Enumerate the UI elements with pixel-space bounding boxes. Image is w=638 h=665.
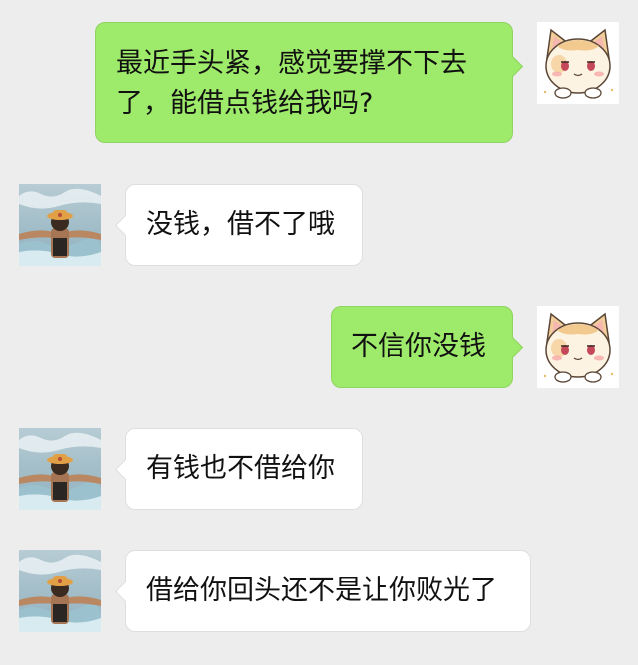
message-bubble-sent[interactable]: 最近手头紧，感觉要撑不下去 了，能借点钱给我吗? xyxy=(95,22,524,143)
message-text: 有钱也不借给你 xyxy=(146,453,335,484)
pirate-avatar-icon xyxy=(19,184,101,266)
cat-avatar-icon xyxy=(537,22,619,104)
message-text: 借给你回头还不是让你败光了 xyxy=(146,575,497,606)
my-avatar[interactable] xyxy=(537,22,619,104)
cat-avatar-icon xyxy=(537,306,619,388)
message-bubble-received[interactable]: 借给你回头还不是让你败光了 xyxy=(114,550,531,632)
message-bubble-sent[interactable]: 不信你没钱 xyxy=(331,306,524,388)
message-bubble-received[interactable]: 没钱，借不了哦 xyxy=(114,184,363,266)
friend-avatar[interactable] xyxy=(19,550,101,632)
friend-avatar[interactable] xyxy=(19,184,101,266)
message-text: 不信你没钱 xyxy=(351,331,486,362)
pirate-avatar-icon xyxy=(19,550,101,632)
message-text: 没钱，借不了哦 xyxy=(146,209,335,240)
my-avatar[interactable] xyxy=(537,306,619,388)
pirate-avatar-icon xyxy=(19,428,101,510)
friend-avatar[interactable] xyxy=(19,428,101,510)
message-bubble-received[interactable]: 有钱也不借给你 xyxy=(114,428,363,510)
message-text: 最近手头紧，感觉要撑不下去 了，能借点钱给我吗? xyxy=(116,48,467,119)
